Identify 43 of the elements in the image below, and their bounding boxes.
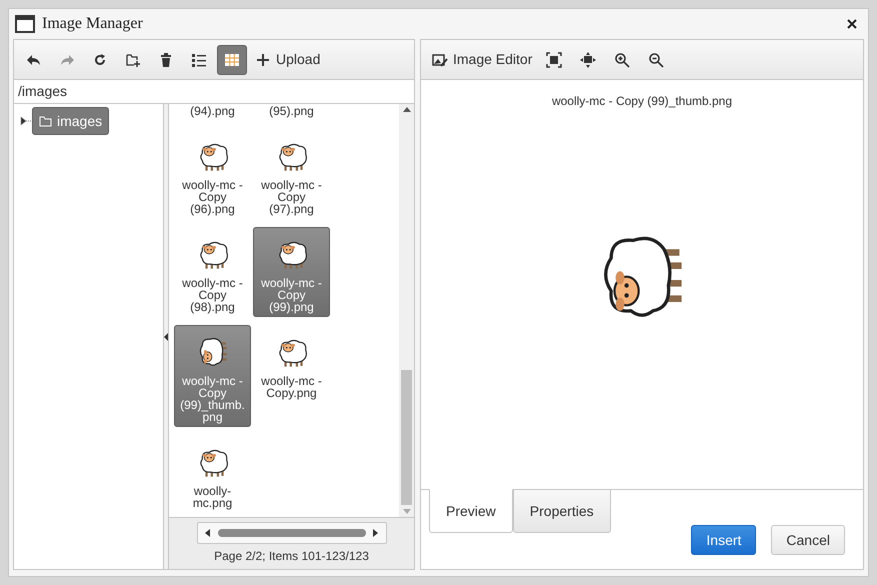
file-thumbnail[interactable]: woolly-mc.png: [174, 435, 251, 513]
zoom-out-icon: [648, 52, 664, 68]
page-slider[interactable]: [196, 522, 386, 544]
panel-tab[interactable]: Preview: [429, 489, 513, 533]
editor-toolbar-button[interactable]: Image Editor: [429, 44, 536, 74]
preview-filename: woolly-mc - Copy (99)_thumb.png: [552, 93, 732, 110]
file-thumbnail[interactable]: woolly-mc - Copy (99)_thumb.png: [174, 325, 251, 427]
new-folder-icon: [125, 52, 141, 68]
cancel-button[interactable]: Cancel: [771, 525, 845, 555]
close-icon[interactable]: [846, 18, 858, 30]
previous-page-icon[interactable]: [205, 529, 210, 537]
file-thumbnail[interactable]: (94).png: [174, 104, 251, 121]
grid-icon: [224, 52, 240, 68]
folder-tree-item[interactable]: images: [32, 107, 110, 135]
zoom-in-icon: [614, 52, 630, 68]
upload-button[interactable]: Upload: [250, 44, 326, 74]
toolbar-button[interactable]: [217, 44, 247, 74]
image-edit-icon: [432, 52, 448, 68]
file-thumbnail[interactable]: (95).png: [253, 104, 330, 121]
file-thumbnail[interactable]: woolly-mc - Copy (98).png: [174, 227, 251, 317]
pager-info: Page 2/2; Items 101-123/123: [214, 548, 369, 565]
scrollbar-thumb[interactable]: [401, 370, 412, 505]
window-icon: [15, 15, 35, 33]
folder-icon: [39, 116, 52, 126]
next-page-icon[interactable]: [373, 529, 378, 537]
refresh-icon: [92, 52, 108, 68]
fit-icon: [546, 52, 562, 68]
path-field[interactable]: /images: [14, 80, 414, 104]
vertical-scrollbar[interactable]: [399, 104, 414, 517]
collapse-pane-icon[interactable]: [164, 332, 168, 340]
insert-button[interactable]: Insert: [691, 525, 756, 555]
delete-icon: [158, 52, 174, 68]
expand-icon[interactable]: [20, 117, 32, 125]
file-thumbnail[interactable]: woolly-mc - Copy (96).png: [174, 129, 251, 219]
list-icon: [191, 52, 207, 68]
window-title: Image Manager: [42, 14, 143, 34]
file-thumbnail[interactable]: woolly-mc - Copy.png: [253, 325, 330, 427]
file-thumbnail[interactable]: woolly-mc - Copy (99).png: [253, 227, 330, 317]
panel-tab[interactable]: Properties: [512, 489, 611, 533]
scroll-up-icon[interactable]: [402, 107, 410, 112]
file-thumbnail[interactable]: woolly-mc - Copy (97).png: [253, 129, 330, 219]
actual-size-icon: [580, 52, 596, 68]
plus-icon: [255, 52, 271, 68]
